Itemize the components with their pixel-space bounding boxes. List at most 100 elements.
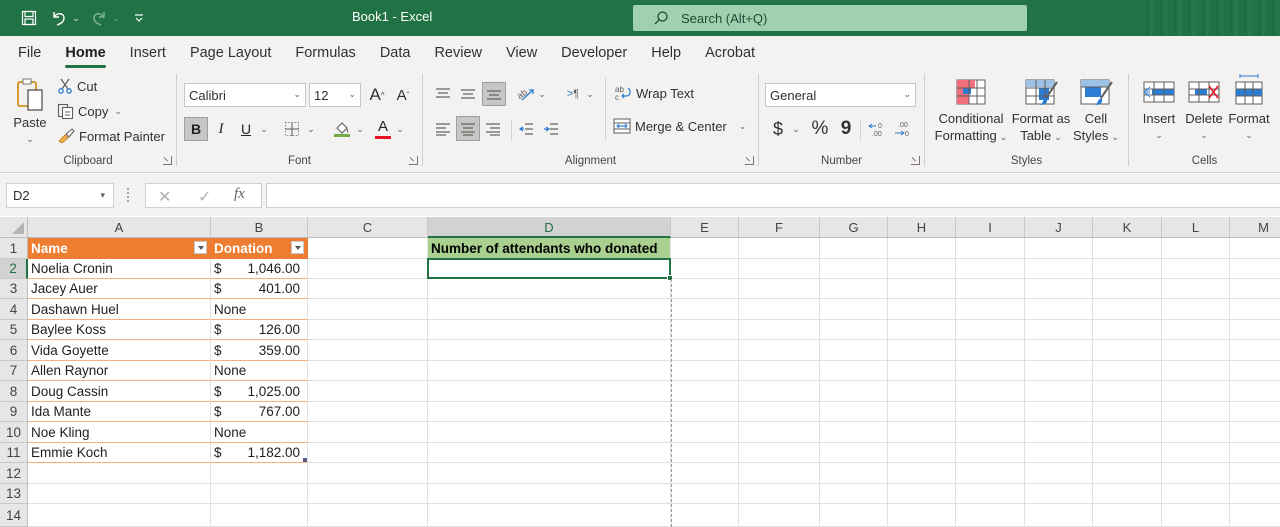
number-launcher-icon[interactable]: [911, 156, 920, 165]
cell-l7[interactable]: [1162, 361, 1230, 381]
cell-h4[interactable]: [888, 299, 956, 320]
cancel-icon[interactable]: ✕: [158, 187, 171, 207]
table-cell-name[interactable]: Emmie Koch: [28, 443, 211, 463]
redo-dropdown-icon[interactable]: ⌄: [110, 6, 122, 30]
cell-f10[interactable]: [739, 422, 820, 443]
cell-c4[interactable]: [308, 299, 428, 320]
tab-formulas[interactable]: Formulas: [295, 36, 355, 70]
tab-acrobat[interactable]: Acrobat: [705, 36, 755, 70]
table-cell-name[interactable]: Jacey Auer: [28, 279, 211, 299]
cell-e12[interactable]: [671, 463, 739, 484]
insert-function-icon[interactable]: fx: [234, 186, 245, 203]
font-size-select[interactable]: 12 ⌄: [309, 83, 361, 107]
cell-l10[interactable]: [1162, 422, 1230, 443]
accounting-format-button[interactable]: $: [769, 117, 787, 141]
cell-m12[interactable]: [1230, 463, 1280, 484]
cell-f7[interactable]: [739, 361, 820, 381]
column-header-h[interactable]: H: [888, 217, 956, 238]
font-launcher-icon[interactable]: [409, 156, 418, 165]
table-cell-name[interactable]: Allen Raynor: [28, 361, 211, 381]
row-header-9[interactable]: 9: [0, 402, 28, 422]
cell-c7[interactable]: [308, 361, 428, 381]
tab-file[interactable]: File: [18, 36, 41, 70]
orientation-dropdown-icon[interactable]: ⌄: [537, 82, 547, 106]
text-direction-button[interactable]: >¶: [562, 82, 584, 106]
cell-d14[interactable]: [428, 504, 671, 527]
table-cell-donation[interactable]: $1,025.00: [211, 381, 308, 402]
enter-icon[interactable]: ✓: [198, 187, 211, 207]
cell-j10[interactable]: [1025, 422, 1093, 443]
cell-g12[interactable]: [820, 463, 888, 484]
cell-i14[interactable]: [956, 504, 1025, 527]
delete-cells-button[interactable]: Delete ⌄: [1183, 78, 1225, 144]
cell-c14[interactable]: [308, 504, 428, 527]
cell-f8[interactable]: [739, 381, 820, 402]
cell-k7[interactable]: [1093, 361, 1162, 381]
cell-f3[interactable]: [739, 279, 820, 299]
underline-button[interactable]: U: [235, 117, 257, 141]
cell-d1[interactable]: Number of attendants who donated: [428, 238, 671, 259]
cell-e14[interactable]: [671, 504, 739, 527]
cell-j14[interactable]: [1025, 504, 1093, 527]
cell-k5[interactable]: [1093, 320, 1162, 340]
cell-j1[interactable]: [1025, 238, 1093, 259]
decrease-font-size-button[interactable]: Aˇ: [393, 83, 413, 107]
formula-bar-resize-handle[interactable]: [127, 188, 130, 202]
cell-d4[interactable]: [428, 299, 671, 320]
cell-l9[interactable]: [1162, 402, 1230, 422]
cell-d13[interactable]: [428, 484, 671, 504]
decrease-indent-button[interactable]: [515, 117, 537, 141]
cell-f9[interactable]: [739, 402, 820, 422]
borders-dropdown-icon[interactable]: ⌄: [306, 117, 316, 141]
cell-j2[interactable]: [1025, 259, 1093, 279]
copy-button[interactable]: Copy ⌄: [57, 103, 122, 120]
customize-qat-icon[interactable]: [128, 6, 150, 30]
cut-button[interactable]: Cut: [57, 78, 97, 94]
cell-k14[interactable]: [1093, 504, 1162, 527]
cell-styles-button[interactable]: Cell Styles ⌄: [1071, 78, 1121, 146]
fill-color-dropdown-icon[interactable]: ⌄: [355, 117, 365, 141]
column-header-j[interactable]: J: [1025, 217, 1093, 238]
column-header-e[interactable]: E: [671, 217, 739, 238]
cell-h6[interactable]: [888, 340, 956, 361]
cell-g11[interactable]: [820, 443, 888, 463]
cell-g10[interactable]: [820, 422, 888, 443]
align-center-button[interactable]: [456, 116, 480, 141]
cell-f6[interactable]: [739, 340, 820, 361]
row-header-12[interactable]: 12: [0, 463, 28, 484]
cell-g1[interactable]: [820, 238, 888, 259]
cell-h1[interactable]: [888, 238, 956, 259]
row-header-13[interactable]: 13: [0, 484, 28, 504]
cell-d12[interactable]: [428, 463, 671, 484]
cell-l2[interactable]: [1162, 259, 1230, 279]
format-cells-button[interactable]: Format ⌄: [1227, 74, 1271, 144]
cell-h8[interactable]: [888, 381, 956, 402]
table-cell-name[interactable]: Vida Goyette: [28, 340, 211, 361]
cell-d2[interactable]: [428, 259, 671, 279]
cell-j4[interactable]: [1025, 299, 1093, 320]
tab-view[interactable]: View: [506, 36, 537, 70]
cell-h11[interactable]: [888, 443, 956, 463]
cell-c2[interactable]: [308, 259, 428, 279]
cell-e1[interactable]: [671, 238, 739, 259]
cell-m14[interactable]: [1230, 504, 1280, 527]
conditional-formatting-button[interactable]: Conditional Formatting ⌄: [931, 78, 1011, 146]
cell-g4[interactable]: [820, 299, 888, 320]
cell-f11[interactable]: [739, 443, 820, 463]
cell-i10[interactable]: [956, 422, 1025, 443]
cell-k1[interactable]: [1093, 238, 1162, 259]
cell-c3[interactable]: [308, 279, 428, 299]
fill-handle[interactable]: [667, 275, 673, 281]
cell-c1[interactable]: [308, 238, 428, 259]
table-cell-donation[interactable]: $1,046.00: [211, 259, 308, 279]
merge-center-button[interactable]: Merge & Center ⌄: [613, 118, 746, 134]
borders-button[interactable]: [281, 117, 303, 141]
cell-d7[interactable]: [428, 361, 671, 381]
table-cell-name[interactable]: Ida Mante: [28, 402, 211, 422]
cell-j12[interactable]: [1025, 463, 1093, 484]
cell-f13[interactable]: [739, 484, 820, 504]
cell-j8[interactable]: [1025, 381, 1093, 402]
row-header-2[interactable]: 2: [0, 259, 28, 279]
cell-b12[interactable]: [211, 463, 308, 484]
cell-c12[interactable]: [308, 463, 428, 484]
